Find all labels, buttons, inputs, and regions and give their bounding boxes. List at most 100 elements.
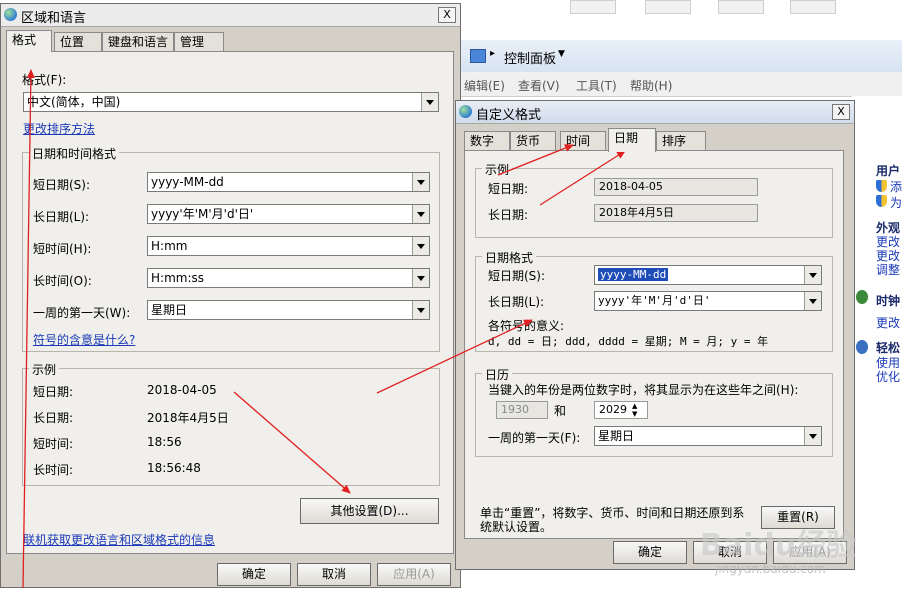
chevron-down-icon[interactable] xyxy=(412,173,429,191)
shield-icon xyxy=(876,195,887,207)
side-link[interactable]: 为 xyxy=(890,194,902,211)
first-day-label: 一周的第一天(W): xyxy=(33,306,131,320)
address-bar[interactable]: ▸ 控制面板 ▼ xyxy=(460,40,902,73)
long-time-select[interactable]: H:mm:ss xyxy=(147,268,430,288)
example-long-time-label: 长时间: xyxy=(33,463,74,477)
date-panel: 示例 短日期: 2018-04-05 长日期: 2018年4月5日 日期格式 短… xyxy=(464,150,844,539)
background-toolbar xyxy=(460,0,902,41)
tab-time[interactable]: 时间 xyxy=(560,131,606,151)
menu-view[interactable]: 查看(V) xyxy=(518,77,560,94)
tab-location[interactable]: 位置 xyxy=(54,32,102,52)
close-button[interactable]: X xyxy=(438,7,456,23)
customize-format-dialog: 自定义格式 X 数字 货币 时间 日期 排序 示例 短日期: 2018-04-0… xyxy=(455,100,855,570)
clock-icon xyxy=(856,290,868,304)
example-long-date-value: 2018年4月5日 xyxy=(147,411,229,425)
first-day-value: 星期日 xyxy=(151,303,188,317)
chevron-down-icon[interactable] xyxy=(412,237,429,255)
symbols-meaning-link[interactable]: 符号的含意是什么? xyxy=(33,331,135,348)
tab-administrative[interactable]: 管理 xyxy=(174,32,224,52)
meaning-title: 各符号的意义: xyxy=(488,319,565,333)
menu-help[interactable]: 帮助(H) xyxy=(630,77,672,94)
fmt-long-label: 长日期(L): xyxy=(488,295,545,309)
region-titlebar: 区域和语言 X xyxy=(1,4,460,27)
group-title: 示例 xyxy=(482,161,513,178)
apply-button[interactable]: 应用(A) xyxy=(377,563,451,586)
ok-button[interactable]: 确定 xyxy=(613,541,687,564)
chevron-down-icon[interactable]: ▼ xyxy=(558,49,565,59)
group-title: 日期格式 xyxy=(482,249,537,266)
thumbnail-icon xyxy=(790,0,836,14)
example-short-time-value: 18:56 xyxy=(147,435,182,449)
short-date-value: yyyy-MM-dd xyxy=(151,175,224,189)
example-short-value: 2018-04-05 xyxy=(594,178,758,196)
chevron-down-icon[interactable] xyxy=(804,427,821,445)
year-from-field: 1930 xyxy=(496,401,548,419)
ok-button[interactable]: 确定 xyxy=(217,563,291,586)
short-time-value: H:mm xyxy=(151,239,188,253)
watermark-brand: Baidu经验 xyxy=(700,528,857,563)
menu-edit[interactable]: 编辑(E) xyxy=(464,77,505,94)
long-date-select[interactable]: yyyy'年'M'月'd'日' xyxy=(147,204,430,224)
chevron-down-icon[interactable] xyxy=(421,93,438,111)
format-label: 格式(F): xyxy=(22,73,67,87)
example-short-label: 短日期: xyxy=(488,182,529,196)
fmt-long-value: yyyy'年'M'月'd'日' xyxy=(598,294,711,307)
region-language-dialog: 区域和语言 X 格式 位置 键盘和语言 管理 格式(F): 中文(简体，中国) … xyxy=(0,3,461,588)
side-link[interactable]: 更改 xyxy=(876,314,900,331)
example-long-value: 2018年4月5日 xyxy=(594,204,758,222)
first-day-select[interactable]: 星期日 xyxy=(594,426,822,446)
custom-example-group: 示例 短日期: 2018-04-05 长日期: 2018年4月5日 xyxy=(475,161,833,238)
long-date-label: 长日期(L): xyxy=(33,210,90,224)
change-sort-link[interactable]: 更改排序方法 xyxy=(23,120,95,137)
dialog-title: 自定义格式 xyxy=(476,108,542,123)
side-link[interactable]: 优化 xyxy=(876,368,900,385)
chevron-right-icon: ▸ xyxy=(490,48,496,59)
other-settings-button[interactable]: 其他设置(D)... xyxy=(300,498,439,524)
close-button[interactable]: X xyxy=(832,104,850,120)
spinner-icon[interactable]: ▲ ▼ xyxy=(632,402,637,418)
side-link[interactable]: 添 xyxy=(890,178,902,195)
calendar-text: 当键入的年份是两位数字时，将其显示为在这些年之间(H): xyxy=(488,383,799,397)
format-value: 中文(简体，中国) xyxy=(27,95,121,109)
date-format-group: 日期格式 短日期(S): yyyy-MM-dd 长日期(L): yyyy'年'M… xyxy=(475,249,833,352)
chevron-down-icon[interactable] xyxy=(804,266,821,284)
side-link[interactable]: 调整 xyxy=(876,261,900,278)
thumbnail-icon xyxy=(570,0,616,14)
example-short-time-label: 短时间: xyxy=(33,437,74,451)
formats-panel: 格式(F): 中文(简体，中国) 更改排序方法 日期和时间格式 短日期(S): … xyxy=(6,51,454,554)
globe-icon xyxy=(4,8,17,21)
menu-tools[interactable]: 工具(T) xyxy=(576,77,617,94)
tab-numbers[interactable]: 数字 xyxy=(464,131,510,151)
chevron-down-icon[interactable] xyxy=(412,301,429,319)
background-menubar: 编辑(E) 查看(V) 工具(T) 帮助(H) xyxy=(460,72,902,97)
example-long-label: 长日期: xyxy=(488,208,529,222)
example-short-date-value: 2018-04-05 xyxy=(147,383,217,397)
calendar-group: 日历 当键入的年份是两位数字时，将其显示为在这些年之间(H): 1930 和 2… xyxy=(475,366,833,457)
tab-sorting[interactable]: 排序 xyxy=(656,131,706,151)
fmt-short-label: 短日期(S): xyxy=(488,269,546,283)
fmt-long-select[interactable]: yyyy'年'M'月'd'日' xyxy=(594,291,822,311)
first-day-value: 星期日 xyxy=(598,429,635,443)
address-text[interactable]: 控制面板 xyxy=(504,48,556,67)
online-info-link[interactable]: 联机获取更改语言和区域格式的信息 xyxy=(23,531,215,548)
tab-date[interactable]: 日期 xyxy=(608,128,656,152)
chevron-down-icon[interactable] xyxy=(412,205,429,223)
tab-keyboards[interactable]: 键盘和语言 xyxy=(102,32,174,52)
format-select[interactable]: 中文(简体，中国) xyxy=(23,92,439,112)
watermark-url: jingyan.baidu.com xyxy=(715,562,826,576)
ease-of-access-icon xyxy=(856,340,868,354)
tab-formats[interactable]: 格式 xyxy=(6,30,52,52)
and-label: 和 xyxy=(554,404,567,418)
short-time-select[interactable]: H:mm xyxy=(147,236,430,256)
chevron-down-icon[interactable] xyxy=(804,292,821,310)
datetime-format-group: 日期和时间格式 短日期(S): yyyy-MM-dd 长日期(L): yyyy'… xyxy=(22,145,440,352)
year-to-field[interactable]: 2029 xyxy=(594,401,648,419)
fmt-short-select[interactable]: yyyy-MM-dd xyxy=(594,265,822,285)
cancel-button[interactable]: 取消 xyxy=(297,563,371,586)
shield-icon xyxy=(876,180,887,192)
first-day-select[interactable]: 星期日 xyxy=(147,300,430,320)
chevron-down-icon[interactable] xyxy=(412,269,429,287)
long-time-label: 长时间(O): xyxy=(33,274,92,288)
tab-currency[interactable]: 货币 xyxy=(510,131,556,151)
short-date-select[interactable]: yyyy-MM-dd xyxy=(147,172,430,192)
